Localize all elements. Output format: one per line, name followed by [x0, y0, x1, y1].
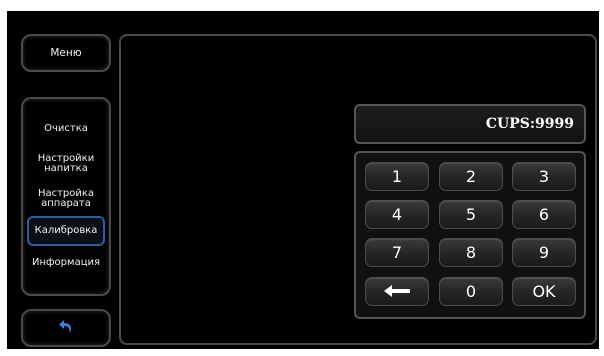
sidebar-item-cleaning[interactable]: Очистка: [27, 115, 105, 143]
key-7[interactable]: 7: [365, 238, 429, 267]
sidebar-item-machine-settings[interactable]: Настройка аппарата: [27, 184, 105, 214]
display-value: CUPS:9999: [485, 116, 574, 132]
back-button[interactable]: [23, 311, 109, 345]
value-display: CUPS:9999: [354, 104, 586, 144]
main-panel: CUPS:9999 1 2 3 4 5 6 7 8 9 0 OK: [119, 34, 597, 345]
numeric-keypad: 1 2 3 4 5 6 7 8 9 0 OK: [354, 151, 586, 319]
key-4[interactable]: 4: [365, 200, 429, 229]
sidebar-item-information[interactable]: Информация: [27, 249, 105, 277]
key-0[interactable]: 0: [439, 277, 503, 306]
key-5[interactable]: 5: [439, 200, 503, 229]
menu-button[interactable]: Меню: [23, 36, 109, 70]
key-1[interactable]: 1: [365, 162, 429, 191]
key-3[interactable]: 3: [512, 162, 576, 191]
key-8[interactable]: 8: [439, 238, 503, 267]
sidebar-nav: Очистка Настройки напитка Настройка аппа…: [21, 97, 111, 296]
back-panel: [21, 309, 111, 347]
backspace-key[interactable]: [365, 277, 429, 306]
key-2[interactable]: 2: [439, 162, 503, 191]
screen: Меню Очистка Настройки напитка Настройка…: [7, 11, 599, 349]
back-arrow-icon: [57, 318, 75, 339]
sidebar-item-drink-settings[interactable]: Настройки напитка: [27, 149, 105, 179]
key-9[interactable]: 9: [512, 238, 576, 267]
backspace-arrow-icon: [384, 282, 410, 301]
key-6[interactable]: 6: [512, 200, 576, 229]
sidebar-item-calibration[interactable]: Калибровка: [27, 216, 105, 246]
ok-key[interactable]: OK: [512, 277, 576, 306]
menu-panel: Меню: [21, 34, 111, 72]
